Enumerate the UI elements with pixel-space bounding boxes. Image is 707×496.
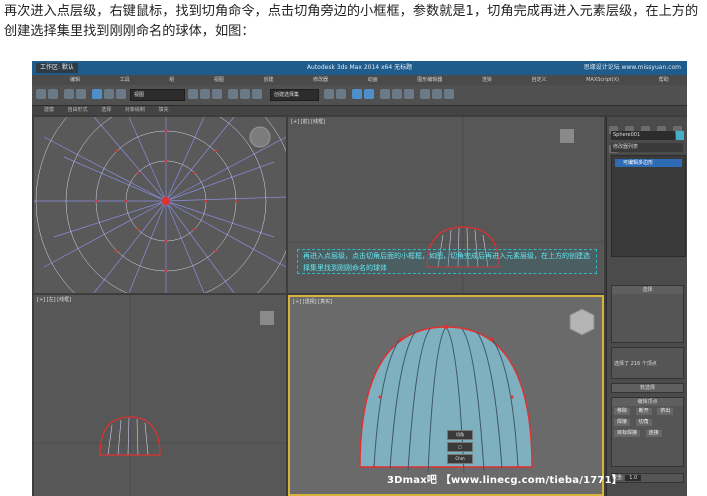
menu-item-edit[interactable]: 编辑 bbox=[70, 75, 80, 85]
select-by-name-icon[interactable] bbox=[104, 89, 114, 99]
tab-populate[interactable]: 填充 bbox=[158, 107, 168, 113]
move-icon[interactable] bbox=[188, 89, 198, 99]
rect-selection-icon[interactable] bbox=[116, 89, 126, 99]
menu-item-customize[interactable]: 自定义 bbox=[531, 75, 546, 85]
snap-icon[interactable] bbox=[228, 89, 238, 99]
scale-icon[interactable] bbox=[212, 89, 222, 99]
selection-rollout-header[interactable]: 选择 bbox=[612, 286, 683, 294]
render-frame-icon[interactable] bbox=[432, 89, 442, 99]
annotation-note: 再进入点层级，点击切角后面的小框框，如图，切角完成后再进入元素层级，在上方的创建… bbox=[297, 249, 597, 274]
left-view-wireframe bbox=[34, 295, 286, 496]
undo-icon[interactable] bbox=[36, 89, 46, 99]
link-icon[interactable] bbox=[64, 89, 74, 99]
weld-button[interactable]: 焊接 bbox=[614, 419, 631, 426]
menu-item-rendering[interactable]: 渲染 bbox=[482, 75, 492, 85]
selection-rollout: 选择 bbox=[611, 285, 684, 343]
viewport-left[interactable]: [+] [左] [线框] bbox=[34, 295, 286, 496]
modifier-list-dropdown[interactable]: 修改器列表 bbox=[611, 143, 683, 152]
percent-snap-icon[interactable] bbox=[252, 89, 262, 99]
quad-menu-chamfer-amount[interactable]: Chm bbox=[447, 454, 473, 464]
3dsmax-screenshot: 工作区: 默认 Autodesk 3ds Max 2014 x64 无标题 思缘… bbox=[32, 61, 687, 496]
render-icon[interactable] bbox=[444, 89, 454, 99]
site-watermark: 思缘设计论坛 www.missyuan.com bbox=[583, 64, 681, 71]
ribbon-icon[interactable] bbox=[364, 89, 374, 99]
tab-selection[interactable]: 选择 bbox=[101, 107, 111, 113]
unlink-icon[interactable] bbox=[76, 89, 86, 99]
menu-item-graph-editors[interactable]: 图形编辑器 bbox=[417, 75, 442, 85]
menu-item-group[interactable]: 组 bbox=[169, 75, 174, 85]
menu-item-help[interactable]: 帮助 bbox=[659, 75, 669, 85]
edit-vertices-header[interactable]: 编辑顶点 bbox=[612, 398, 683, 406]
named-selection-set-dropdown[interactable]: 创建选择集 bbox=[270, 89, 319, 101]
modifier-stack-editable-poly[interactable]: 可编辑多边形 bbox=[615, 159, 682, 167]
selection-status: 选择了 216 个顶点 bbox=[611, 347, 684, 379]
edit-vertices-rollout: 编辑顶点 移除 断开 挤出 焊接 切角 目标焊接 连接 bbox=[611, 397, 684, 467]
object-color-swatch[interactable] bbox=[676, 131, 684, 140]
align-icon[interactable] bbox=[336, 89, 346, 99]
mirror-icon[interactable] bbox=[324, 89, 334, 99]
quad-menu: 切角 □ Chm bbox=[447, 430, 473, 494]
tab-modeling[interactable]: 建模 bbox=[44, 107, 54, 113]
footer-watermark: 3Dmax吧 【www.linecg.com/tieba/1771】 bbox=[387, 475, 622, 486]
quad-menu-chamfer[interactable]: 切角 bbox=[447, 430, 473, 440]
menu-item-animation[interactable]: 动画 bbox=[368, 75, 378, 85]
menu-bar: 编辑 工具 组 视图 创建 修改器 动画 图形编辑器 渲染 自定义 MAXScr… bbox=[32, 75, 687, 85]
target-weld-button[interactable]: 目标焊接 bbox=[614, 430, 641, 437]
modifier-stack: 可编辑多边形 bbox=[611, 155, 686, 257]
ribbon-tabs: 建模 自由形式 选择 对象绘制 填充 bbox=[32, 106, 687, 115]
title-bar: 工作区: 默认 Autodesk 3ds Max 2014 x64 无标题 思缘… bbox=[32, 61, 687, 75]
article-caption: 再次进入点层级，右键鼠标，找到切角命令，点击切角旁边的小框框，参数就是1，切角完… bbox=[4, 4, 699, 39]
command-panel-tabs bbox=[609, 119, 686, 153]
rotate-icon[interactable] bbox=[200, 89, 210, 99]
layer-manager-icon[interactable] bbox=[352, 89, 362, 99]
menu-item-maxscript[interactable]: MAXScript(X) bbox=[586, 75, 619, 85]
material-editor-icon[interactable] bbox=[404, 89, 414, 99]
selection-status-text: 选择了 216 个顶点 bbox=[614, 361, 657, 367]
tab-object-paint[interactable]: 对象绘制 bbox=[125, 107, 145, 113]
angle-snap-icon[interactable] bbox=[240, 89, 250, 99]
soft-selection-rollout: 软选择 bbox=[611, 383, 684, 393]
top-view-wireframe bbox=[34, 117, 286, 293]
weight-input[interactable]: 1.0 bbox=[625, 475, 642, 481]
perspective-view-model bbox=[359, 308, 595, 474]
remove-button[interactable]: 移除 bbox=[614, 408, 631, 415]
object-name-field[interactable]: Sphere001 bbox=[611, 131, 675, 140]
extrude-button[interactable]: 挤出 bbox=[657, 408, 674, 415]
redo-icon[interactable] bbox=[48, 89, 58, 99]
command-panel: Sphere001 修改器列表 可编辑多边形 选择 选择了 216 个顶点 软选… bbox=[606, 117, 687, 496]
soft-selection-header[interactable]: 软选择 bbox=[612, 384, 683, 392]
connect-button[interactable]: 连接 bbox=[645, 430, 662, 437]
select-object-icon[interactable] bbox=[92, 89, 102, 99]
schematic-view-icon[interactable] bbox=[392, 89, 402, 99]
menu-item-views[interactable]: 视图 bbox=[214, 75, 224, 85]
menu-item-modifiers[interactable]: 修改器 bbox=[313, 75, 328, 85]
viewport-top[interactable] bbox=[34, 117, 286, 293]
curve-editor-icon[interactable] bbox=[380, 89, 390, 99]
menu-item-create[interactable]: 创建 bbox=[263, 75, 273, 85]
tab-freeform[interactable]: 自由形式 bbox=[68, 107, 88, 113]
render-setup-icon[interactable] bbox=[420, 89, 430, 99]
viewport-perspective[interactable]: [+] [透视] [真实] 切角 □ Chm bbox=[288, 295, 604, 496]
quad-menu-settings-box[interactable]: □ bbox=[447, 442, 473, 452]
main-toolbar: 视图 创建选择集 bbox=[32, 85, 687, 106]
break-button[interactable]: 断开 bbox=[635, 408, 652, 415]
chamfer-button[interactable]: 切角 bbox=[635, 419, 652, 426]
reference-coordinate-dropdown[interactable]: 视图 bbox=[130, 89, 185, 101]
menu-item-tools[interactable]: 工具 bbox=[120, 75, 130, 85]
